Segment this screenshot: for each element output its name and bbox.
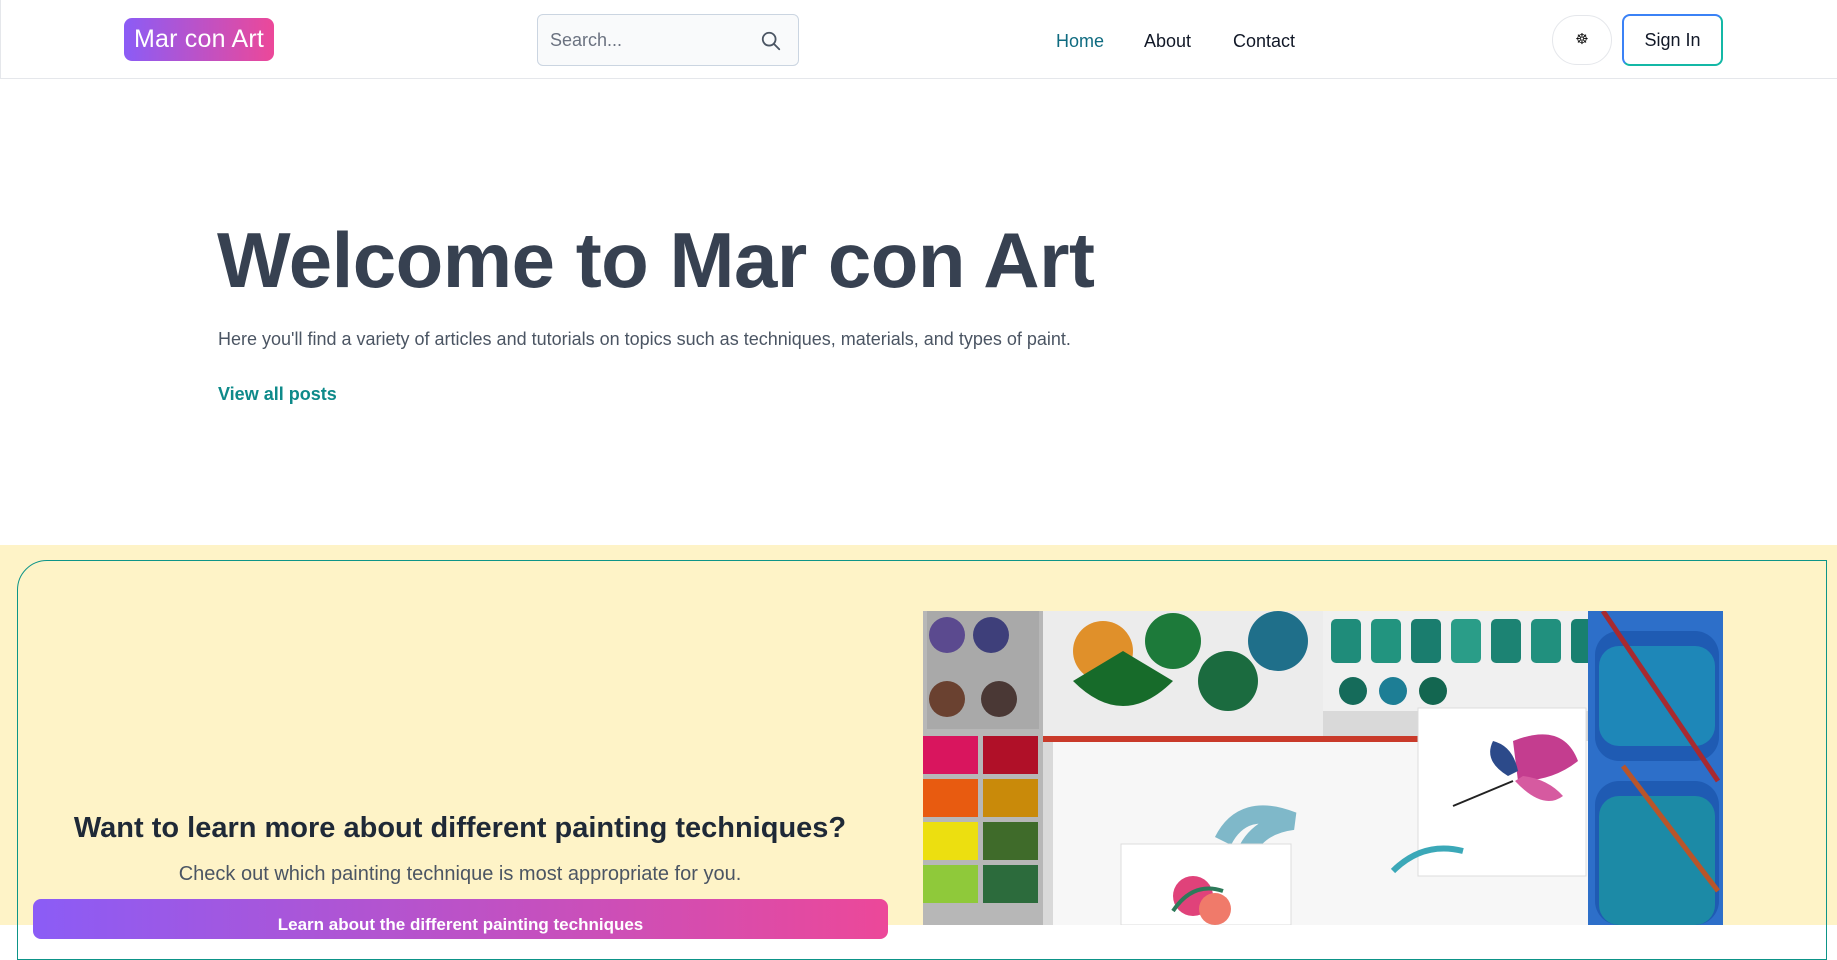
feature-heading: Want to learn more about different paint… xyxy=(73,812,847,844)
theme-toggle-button[interactable]: ☸ xyxy=(1552,15,1612,65)
search-input[interactable] xyxy=(550,15,750,65)
search-box xyxy=(537,14,799,66)
learn-techniques-button[interactable]: Learn about the different painting techn… xyxy=(33,899,888,939)
hero-subtitle: Here you'll find a variety of articles a… xyxy=(218,329,1071,349)
search-icon[interactable] xyxy=(760,30,782,52)
hero-title: Welcome to Mar con Art xyxy=(217,216,1095,304)
painting-supplies-image xyxy=(923,611,1723,925)
site-header: Mar con Art Home About Contact ☸ Sign In xyxy=(0,0,1837,79)
view-all-posts-link[interactable]: View all posts xyxy=(218,383,337,405)
nav-about-link[interactable]: About xyxy=(1144,30,1191,52)
site-logo[interactable]: Mar con Art xyxy=(124,18,275,61)
sign-in-button[interactable]: Sign In xyxy=(1622,14,1723,66)
nav-home-link[interactable]: Home xyxy=(1056,30,1104,52)
nav-contact-link[interactable]: Contact xyxy=(1233,30,1295,52)
feature-subtitle: Check out which painting technique is mo… xyxy=(178,863,742,885)
painting-illustration xyxy=(923,611,1723,925)
sun-icon: ☸ xyxy=(1575,31,1589,48)
